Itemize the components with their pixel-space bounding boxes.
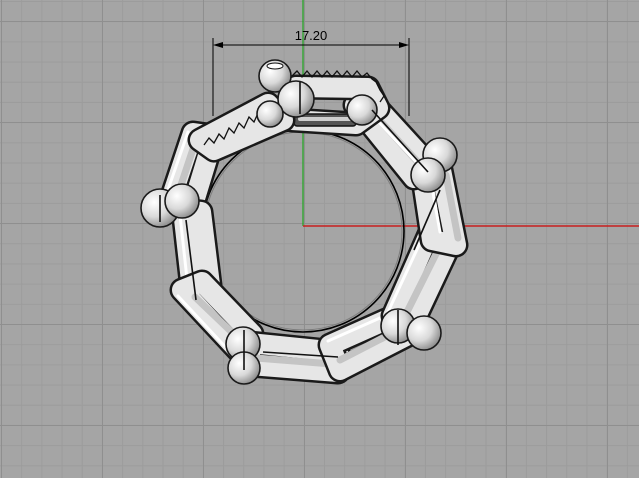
link-top-slot-inner: [298, 117, 352, 121]
dimension-value[interactable]: 17.20: [295, 28, 328, 43]
jump-ring-top-left[interactable]: [256, 100, 284, 128]
jump-ring-bottom-right-2[interactable]: [406, 315, 442, 351]
jump-ring-left-2[interactable]: [164, 183, 200, 219]
viewport-canvas[interactable]: 17.20: [0, 0, 639, 478]
dimension-arrow-right: [399, 42, 409, 48]
dimension-arrow-left: [213, 42, 223, 48]
jump-ring-right-top-2[interactable]: [410, 157, 446, 193]
front-viewport[interactable]: 17.20: [0, 0, 639, 478]
jump-ring-top-cap: [266, 62, 284, 70]
